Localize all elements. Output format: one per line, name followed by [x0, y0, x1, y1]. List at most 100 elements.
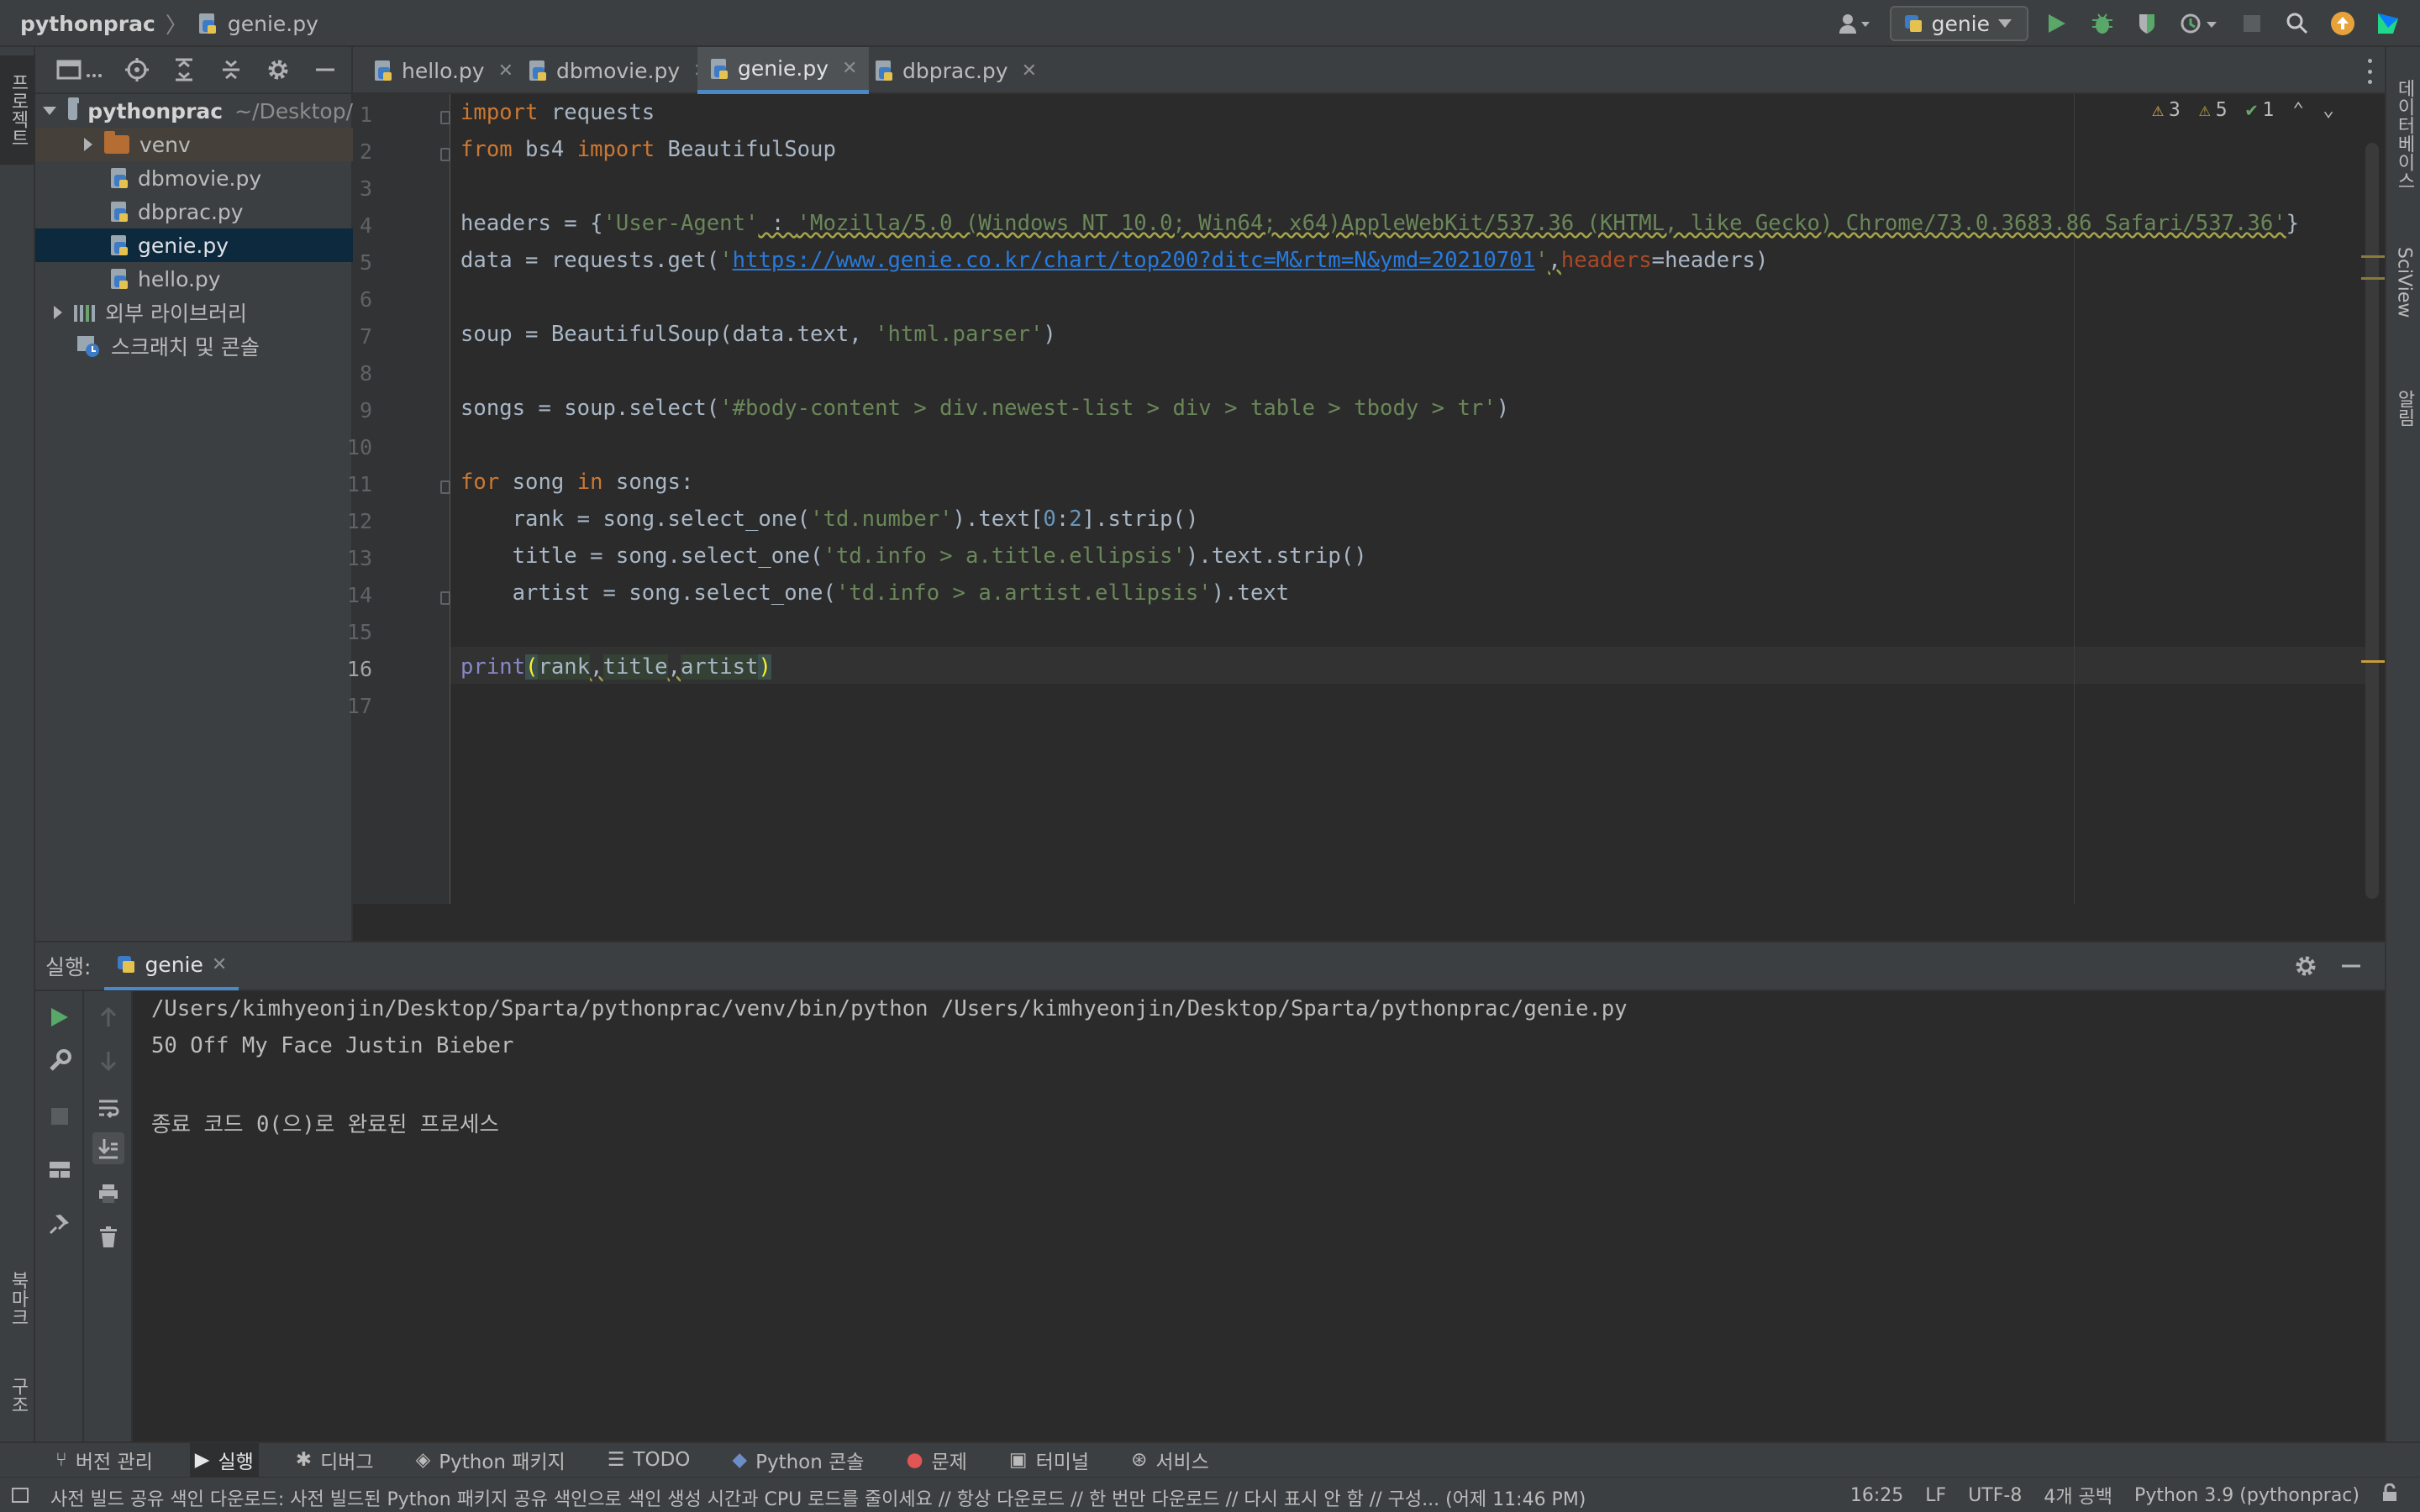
code-token: ) — [758, 654, 771, 680]
tool-tab-terminal[interactable]: ▣ 터미널 — [1004, 1443, 1094, 1477]
fold-icon[interactable] — [440, 480, 450, 494]
fold-icon[interactable] — [440, 591, 450, 605]
gear-icon[interactable] — [2294, 954, 2317, 983]
code-token: ).text.strip() — [1185, 543, 1367, 569]
breadcrumb-project[interactable]: pythonprac — [20, 12, 155, 36]
user-icon[interactable] — [1831, 7, 1878, 40]
tree-root[interactable]: pythonprac ~/Desktop/ — [35, 94, 353, 128]
typo-count[interactable]: ✔ 1 — [2246, 99, 2275, 121]
layout-icon[interactable] — [44, 1154, 76, 1186]
tool-tab-vcs[interactable]: ⑂ 버전 관리 — [50, 1443, 158, 1477]
warning-count-b[interactable]: ⚠ 5 — [2199, 99, 2228, 121]
console-line: 종료 코드 0(으)로 완료된 프로세스 — [151, 1112, 499, 1137]
status-message[interactable]: 사전 빌드 공유 색인 다운로드: 사전 빌드된 Python 패키지 공유 색… — [50, 1484, 1832, 1511]
code-token: data = requests.get( — [460, 248, 720, 273]
jetbrains-logo-icon[interactable] — [2371, 7, 2405, 40]
coverage-icon[interactable] — [2131, 7, 2165, 40]
code-token[interactable]: https://www.genie.co.kr/chart/top200?dit… — [733, 248, 1535, 273]
tool-tab-python-console[interactable]: ◆ Python 콘솔 — [727, 1443, 869, 1477]
arrow-down-icon[interactable] — [92, 1045, 124, 1077]
run-tab-genie[interactable]: genie ✕ — [104, 942, 239, 990]
gear-icon[interactable] — [264, 55, 292, 84]
tool-tab-run[interactable]: ▶ 실행 — [189, 1443, 259, 1477]
close-icon[interactable]: ✕ — [212, 954, 227, 975]
scroll-to-end-icon[interactable] — [92, 1132, 124, 1164]
print-icon[interactable] — [92, 1178, 124, 1210]
notifications-tool-tab[interactable]: 알림 — [2386, 358, 2420, 459]
indent-setting[interactable]: 4개 공백 — [2044, 1482, 2112, 1509]
minimize-icon[interactable] — [311, 55, 339, 84]
code-editor[interactable]: import requests from bs4 import Beautifu… — [450, 94, 2370, 904]
tree-item-dbmovie[interactable]: dbmovie.py — [35, 161, 353, 195]
code-token: rank = song.select_one( — [460, 507, 811, 532]
minimize-icon[interactable] — [2341, 954, 2361, 983]
run-icon[interactable] — [2040, 7, 2074, 40]
tab-genie[interactable]: genie.py ✕ — [697, 47, 870, 94]
pin-icon[interactable] — [44, 1208, 76, 1240]
chevron-down-icon[interactable]: ⌄ — [2323, 99, 2334, 121]
tree-item-scratches[interactable]: 스크래치 및 콘솔 — [35, 329, 353, 363]
tool-tab-packages[interactable]: ◈ Python 패키지 — [411, 1443, 571, 1477]
tool-tab-problems[interactable]: ● 문제 — [901, 1443, 971, 1477]
breadcrumb-file[interactable]: genie.py — [228, 12, 318, 36]
tree-item-external-libraries[interactable]: 외부 라이브러리 — [35, 296, 353, 329]
update-icon[interactable] — [2326, 7, 2360, 40]
tab-label: hello.py — [402, 58, 485, 83]
bookmarks-tool-tab[interactable]: 북마크 — [0, 1248, 35, 1349]
tool-tab-services[interactable]: ⊛ 서비스 — [1126, 1443, 1214, 1477]
fold-icon[interactable] — [440, 111, 450, 124]
stop-icon[interactable] — [44, 1100, 76, 1132]
search-icon[interactable] — [2281, 7, 2314, 40]
run-config-selector[interactable]: genie — [1889, 6, 2028, 41]
tree-item-genie[interactable]: genie.py — [35, 228, 353, 262]
console-line: 50 Off My Face Justin Bieber — [151, 1033, 514, 1058]
line-number: 15 — [346, 620, 372, 644]
close-icon[interactable]: ✕ — [1022, 60, 1037, 81]
stop-icon[interactable] — [2235, 7, 2269, 40]
code-token: headers = { — [460, 211, 603, 236]
inspection-widget[interactable]: ⚠ 3 ⚠ 5 ✔ 1 ⌃ ⌄ — [2152, 99, 2334, 121]
tab-dbmovie[interactable]: dbmovie.py ✕ — [516, 47, 721, 94]
database-tool-tab[interactable]: 데이터베이스 — [2386, 59, 2420, 210]
soft-wrap-icon[interactable] — [92, 1092, 124, 1124]
sciview-tool-tab[interactable]: SciView — [2386, 223, 2420, 341]
trash-icon[interactable] — [92, 1221, 124, 1253]
fold-icon[interactable] — [440, 148, 450, 161]
chevron-up-icon[interactable]: ⌃ — [2292, 99, 2304, 121]
project-view-icon[interactable] — [54, 55, 104, 84]
error-stripe-mark[interactable] — [2361, 277, 2385, 280]
error-stripe-mark[interactable] — [2361, 660, 2385, 663]
collapse-all-icon[interactable] — [217, 55, 245, 84]
python-interpreter[interactable]: Python 3.9 (pythonprac) — [2134, 1485, 2360, 1506]
tab-hello[interactable]: hello.py ✕ — [361, 47, 525, 94]
profile-icon[interactable] — [2176, 7, 2223, 40]
lock-icon[interactable] — [2381, 1483, 2398, 1507]
locate-icon[interactable] — [123, 55, 151, 84]
tree-item-dbprac[interactable]: dbprac.py — [35, 195, 353, 228]
code-line-2: from bs4 import BeautifulSoup — [460, 131, 836, 168]
more-icon[interactable] — [2361, 59, 2378, 84]
tree-item-label: dbmovie.py — [138, 165, 262, 191]
file-encoding[interactable]: UTF-8 — [1968, 1485, 2022, 1506]
tab-dbprac[interactable]: dbprac.py ✕ — [862, 47, 1049, 94]
tool-tab-debug[interactable]: ✱ 디버그 — [291, 1443, 379, 1477]
tree-item-venv[interactable]: venv — [35, 128, 353, 161]
toggle-tool-windows-icon[interactable] — [12, 1488, 29, 1503]
tree-item-hello[interactable]: hello.py — [35, 262, 353, 296]
close-icon[interactable]: ✕ — [842, 58, 857, 79]
error-stripe-mark[interactable] — [2361, 255, 2385, 258]
rerun-icon[interactable] — [44, 1001, 76, 1033]
expand-all-icon[interactable] — [170, 55, 198, 84]
tree-item-label: dbprac.py — [138, 199, 244, 224]
warning-count-a[interactable]: ⚠ 3 — [2152, 99, 2181, 121]
line-separator[interactable]: LF — [1925, 1485, 1946, 1506]
project-tool-tab[interactable]: 프로젝트 — [0, 55, 35, 165]
caret-position[interactable]: 16:25 — [1850, 1485, 1903, 1506]
wrench-icon[interactable] — [44, 1045, 76, 1077]
arrow-up-icon[interactable] — [92, 1001, 124, 1033]
debug-icon[interactable] — [2086, 7, 2119, 40]
close-icon[interactable]: ✕ — [498, 60, 513, 81]
line-number: 8 — [359, 361, 372, 386]
structure-tool-tab[interactable]: 구조 — [0, 1357, 35, 1433]
tool-tab-todo[interactable]: ☰ TODO — [602, 1443, 696, 1477]
